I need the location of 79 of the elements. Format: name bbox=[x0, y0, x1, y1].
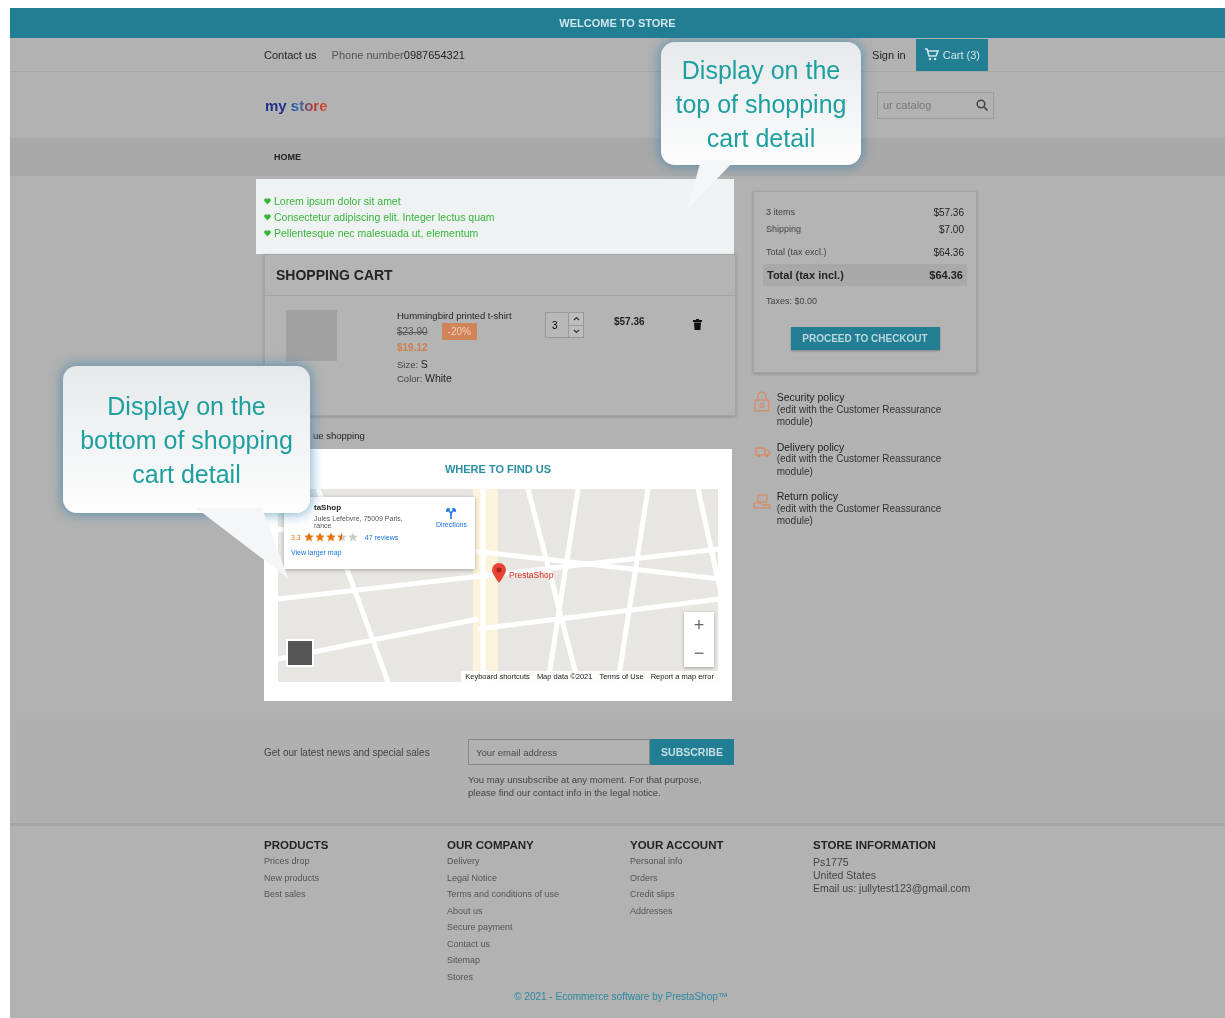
footer-link[interactable]: Best sales bbox=[264, 889, 447, 906]
copyright-text[interactable]: © 2021 - Ecommerce software by PrestaShop™ bbox=[257, 991, 985, 1002]
continue-shopping-link[interactable]: ue shopping bbox=[313, 430, 365, 441]
chevron-down-icon bbox=[572, 328, 580, 334]
callout-bubble: Display on the top of shopping cart detail bbox=[661, 42, 861, 165]
filled-star-icon bbox=[303, 532, 314, 542]
footer-link[interactable]: Addresses bbox=[630, 905, 813, 922]
footer-link[interactable]: Secure payment bbox=[447, 922, 630, 939]
trash-icon[interactable] bbox=[692, 319, 702, 330]
footer-link[interactable]: New products bbox=[264, 872, 447, 889]
newsletter-note: You may unsubscribe at any moment. For that purpose, please find our contact info in the legal notice. bbox=[468, 773, 703, 799]
directions-icon bbox=[445, 505, 458, 519]
policy-text: Security policy (edit with the Customer Reassurance module) bbox=[776, 391, 943, 429]
line-total: $57.36 bbox=[614, 316, 645, 329]
summary-value: $64.36 bbox=[933, 247, 964, 258]
total-label: Total (tax incl.) bbox=[767, 269, 844, 281]
map-pin-icon bbox=[491, 562, 507, 584]
checkout-button[interactable]: PROCEED TO CHECKOUT bbox=[790, 327, 940, 350]
reassurance-text: Pellentesque nec malesuada ut, elementum bbox=[274, 227, 479, 239]
callout-bubble: Display on the bottom of shopping cart detail bbox=[63, 366, 310, 513]
place-name: taShop bbox=[314, 503, 342, 512]
footer-link[interactable]: About us bbox=[447, 905, 630, 922]
summary-value: $57.36 bbox=[933, 207, 964, 218]
contact-link[interactable]: Contact us bbox=[264, 48, 317, 61]
phone-label: Phone number bbox=[331, 48, 404, 61]
summary-label: 3 items bbox=[766, 207, 795, 218]
footer-link[interactable]: Terms and conditions of use bbox=[447, 889, 630, 906]
zoom-in-button[interactable]: + bbox=[684, 612, 714, 640]
footer-heading: STORE INFORMATION bbox=[813, 839, 937, 851]
footer-heading: OUR COMPANY bbox=[447, 839, 535, 851]
reassurance-text: Consectetur adipiscing elit. Integer lectus quam bbox=[274, 211, 495, 223]
increase-button[interactable] bbox=[569, 313, 583, 325]
cart-title: SHOPPING CART bbox=[265, 255, 735, 296]
filled-star-icon bbox=[314, 532, 325, 542]
product-price: $19.12 bbox=[397, 342, 429, 353]
footer-link[interactable]: Contact us bbox=[447, 938, 630, 955]
map-marker-label: PrestaShop bbox=[509, 570, 554, 580]
phone-number: 0987654321 bbox=[403, 48, 465, 61]
regular-price: $23.90 bbox=[397, 326, 428, 337]
product-attribute: Color: White bbox=[397, 372, 453, 384]
discount-badge: -20% bbox=[441, 323, 477, 340]
cart-button[interactable]: Cart (3) bbox=[915, 38, 988, 71]
footer-link[interactable]: Sitemap bbox=[447, 955, 630, 972]
store-info-line: United States bbox=[813, 869, 878, 882]
footer-heading: YOUR ACCOUNT bbox=[630, 839, 725, 851]
chevron-up-icon bbox=[572, 316, 580, 322]
product-attribute: Size: S bbox=[397, 358, 429, 370]
footer-heading: PRODUCTS bbox=[264, 839, 330, 851]
footer-link[interactable]: Credit slips bbox=[630, 889, 813, 906]
sign-in-link[interactable]: Sign in bbox=[872, 48, 906, 61]
zoom-out-button[interactable]: − bbox=[684, 639, 714, 667]
summary-label: Total (tax excl.) bbox=[766, 247, 827, 258]
cart-icon bbox=[923, 48, 939, 61]
footer-link[interactable]: Legal Notice bbox=[447, 872, 630, 889]
email-field[interactable]: Your email address bbox=[468, 739, 650, 765]
store-info-line: Ps1775 bbox=[813, 856, 850, 869]
newsletter-label: Get our latest news and special sales bbox=[264, 747, 431, 760]
summary-value: $7.00 bbox=[938, 224, 964, 235]
footer-link[interactable]: Stores bbox=[447, 971, 630, 988]
half-star-icon bbox=[336, 532, 347, 542]
photo-placeholder bbox=[286, 310, 337, 361]
subscribe-button[interactable]: SUBSCRIBE bbox=[650, 739, 734, 765]
footer-link[interactable]: Delivery bbox=[447, 856, 630, 873]
menu-item[interactable]: HOME bbox=[274, 152, 301, 162]
quantity-field[interactable]: 3 bbox=[545, 312, 569, 338]
footer-link[interactable]: Orders bbox=[630, 872, 813, 889]
footer-link[interactable]: Personal info bbox=[630, 856, 813, 873]
total-value: $64.36 bbox=[929, 269, 963, 281]
summary-label: Shipping bbox=[766, 224, 802, 235]
footer-link[interactable]: Prices drop bbox=[264, 856, 447, 873]
banner-text: WELCOME TO STORE bbox=[559, 17, 676, 29]
taxes-text: Taxes: $0.00 bbox=[766, 296, 819, 306]
reassurance-text: Lorem ipsum dolor sit amet bbox=[274, 195, 401, 207]
policy-text: Return policy (edit with the Customer Reassurance module) bbox=[776, 490, 943, 528]
store-info-line: Email us: jullytest123@gmail.com bbox=[813, 882, 972, 895]
section-title: WHERE TO FIND US bbox=[443, 463, 553, 477]
satellite-toggle[interactable] bbox=[286, 639, 314, 667]
product-name[interactable]: Hummingbird printed t-shirt bbox=[397, 310, 545, 321]
policy-text: Delivery policy (edit with the Customer Reassurance module) bbox=[776, 440, 943, 478]
